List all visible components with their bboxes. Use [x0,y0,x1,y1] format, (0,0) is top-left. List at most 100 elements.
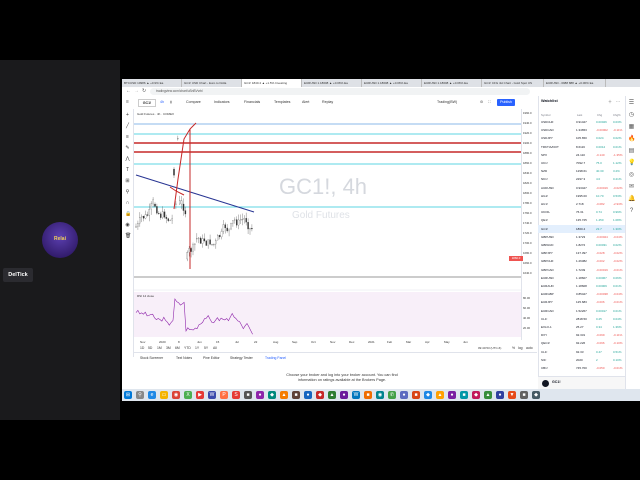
alert-button[interactable]: Alert [302,99,309,106]
app-icon[interactable]: ● [448,391,456,399]
watchlist-row[interactable]: USDCAD 1.34653 -0.00002 -0.11% [538,126,625,134]
watchlist-row[interactable]: AUDUSD 0.93427 -0.00019 -0.02% [538,184,625,192]
chart-pane[interactable]: GC1!, 4h Gold Futures Gold Futures · 4h … [134,109,521,340]
app-icon[interactable]: ■ [520,391,528,399]
app-icon[interactable]: ◆ [316,391,324,399]
watchlist-row[interactable]: GBPCHF 1.26382 -0.002 -0.02% [538,257,625,265]
watchlist-row[interactable]: GBPAUD 1.8272 0.00031 0.02% [538,241,625,249]
magnet-icon[interactable]: ∩ [125,201,130,206]
app-icon[interactable]: ■ [292,391,300,399]
period-all[interactable]: All [213,346,217,350]
watchlist-row[interactable]: CB1! 745.700 -0.050 -0.01% [538,364,625,372]
crosshair-icon[interactable]: + [125,113,130,118]
app-icon[interactable]: P [220,391,228,399]
measure-icon[interactable]: ⊞ [125,179,130,184]
fullscreen-icon[interactable]: ⛶ [488,99,491,106]
pattern-icon[interactable]: ⋀ [125,157,130,162]
tab-strategy-tester[interactable]: Strategy Tester [230,356,253,360]
chart-type-icon[interactable]: ▮ [170,99,172,106]
app-icon[interactable]: ● [400,391,408,399]
auto-toggle[interactable]: auto [526,346,533,350]
text-icon[interactable]: T [125,168,130,173]
watchlist-col-symbol[interactable]: Symbol [541,113,550,117]
app-icon[interactable]: ● [256,391,264,399]
app-icon[interactable]: ◆ [424,391,432,399]
address-bar[interactable]: tradingview.com/chart/uSnBVvrb/ [150,88,530,95]
period-5y[interactable]: 5Y [204,346,208,350]
tab-stock-screener[interactable]: Stock Screener [140,356,163,360]
trash-icon[interactable]: 🗑 [125,234,131,239]
watchlist-row[interactable]: DXY 92.331 -0.099 -0.11% [538,331,625,339]
watchlist-row[interactable]: EURAUD 1.18608 0.00009 0.01% [538,282,625,290]
watchlist-title[interactable]: Watchlist [541,99,558,103]
forward-icon[interactable]: → [134,88,139,94]
watchlist-row[interactable]: SI1! 2020 2 0.10% [538,356,625,364]
brave-icon[interactable]: ▼ [508,391,516,399]
fib-icon[interactable]: ≡ [125,135,130,140]
search-icon[interactable]: ⚲ [136,391,144,399]
templates-button[interactable]: Templates [274,99,290,106]
app-icon[interactable]: ● [340,391,348,399]
browser-tab[interactable]: EURUSD - 0988 888 ▲ +0.06% Ea [544,79,606,87]
zoom-icon[interactable]: ⚲ [125,190,130,195]
interval-4h[interactable]: 4h [160,99,164,106]
app-icon[interactable]: ■ [244,391,252,399]
back-icon[interactable]: ← [126,88,131,94]
edge-icon[interactable]: e [148,391,156,399]
browser-tab-active[interactable]: GC1! 1840.4 ▲ +1.5% Investing [242,79,302,87]
hotlist-icon[interactable]: 🔥 [628,136,635,143]
replay-button[interactable]: Replay [322,99,333,106]
period-6m[interactable]: 6M [175,346,180,350]
browser-tab[interactable]: EURUSD 1.18608 ▲ +0.06% Ea [362,79,422,87]
broker-message-line[interactable]: information on ratings available at the … [272,378,412,383]
eye-icon[interactable]: ◉ [125,223,130,228]
settings-gear-icon[interactable]: ⚙ [480,99,483,106]
period-ytd[interactable]: YTD [184,346,191,350]
browser-tab[interactable]: EURUSD 1.18608 ▲ +0.06% Ea [302,79,362,87]
watchlist-row[interactable]: GBPCAD 1.7249 -0.00019 -0.01% [538,266,625,274]
period-1y[interactable]: 1Y [195,346,199,350]
watchlist-row[interactable]: NK1! 2297.3 4.0 0.21% [538,175,625,183]
watchlist-row[interactable]: GBPJPY 137.397 -0.028 -0.02% [538,249,625,257]
streams-icon[interactable]: ◎ [628,172,635,179]
watchlist-icon[interactable]: ☰ [628,100,635,107]
chrome-icon[interactable]: ◉ [172,391,180,399]
lock-icon[interactable]: 🔒 [125,212,131,217]
watchlist-row[interactable]: HG1! 1995.00 10.70 0.53% [538,192,625,200]
watchlist-row[interactable]: EURCAD 1.52267 0.00017 0.01% [538,307,625,315]
watchlist-row[interactable]: USDCHF 0.91427 0.00026 0.03% [538,118,625,126]
app-icon[interactable]: ◆ [472,391,480,399]
menu-icon[interactable]: ≡ [126,99,129,106]
watchlist-row[interactable]: QEC1! 92.226 -0.096 -0.10% [538,339,625,347]
publish-button[interactable]: Publish [497,99,515,106]
watchlist-row[interactable]: HU1! 2.718 -0.082 -2.93% [538,200,625,208]
watchlist-col-chg[interactable]: Chg [597,113,602,117]
app-icon[interactable]: S [232,391,240,399]
price-chart[interactable]: GC1!, 4h Gold Futures Gold Futures · 4h … [134,109,521,340]
explorer-icon[interactable]: ▭ [160,391,168,399]
watchlist-row[interactable]: EURJPY 125.683 -0.006 -0.01% [538,298,625,306]
trend-line-icon[interactable]: ╱ [125,124,130,129]
watchlist-row[interactable]: TRKT/A/DOT 8.6116 0.0012 0.01% [538,143,625,151]
app-icon[interactable]: ◉ [376,391,384,399]
app-icon[interactable]: ■ [364,391,372,399]
tab-text-notes[interactable]: Text Notes [176,356,192,360]
period-5d[interactable]: 5D [148,346,152,350]
watchlist-row[interactable]: QE1! 135.725 1.450 1.08% [538,216,625,224]
watchlist-row[interactable]: SPX 24.110 -0.140 -1.35% [538,151,625,159]
app-icon[interactable]: ● [496,391,504,399]
watchlist-row[interactable]: EURUSD 1.18607 0.00067 0.06% [538,274,625,282]
more-icon[interactable]: ⋯ [616,99,620,104]
detail-symbol[interactable]: GC1! [552,380,561,384]
brush-icon[interactable]: ✎ [125,146,130,151]
symbol-search[interactable]: GC1! [138,99,156,107]
tab-pine-editor[interactable]: Pine Editor [203,356,220,360]
watchlist-row[interactable]: USDJPY 105.650 0.024 0.02% [538,134,625,142]
app-icon[interactable]: ◆ [268,391,276,399]
app-icon[interactable]: ■ [412,391,420,399]
calendar-icon[interactable]: ▤ [628,148,635,155]
app-icon[interactable]: ▲ [280,391,288,399]
layout-name[interactable]: Trading(BW) [437,99,457,106]
reload-icon[interactable]: ↻ [142,88,146,94]
app-icon[interactable]: ● [304,391,312,399]
